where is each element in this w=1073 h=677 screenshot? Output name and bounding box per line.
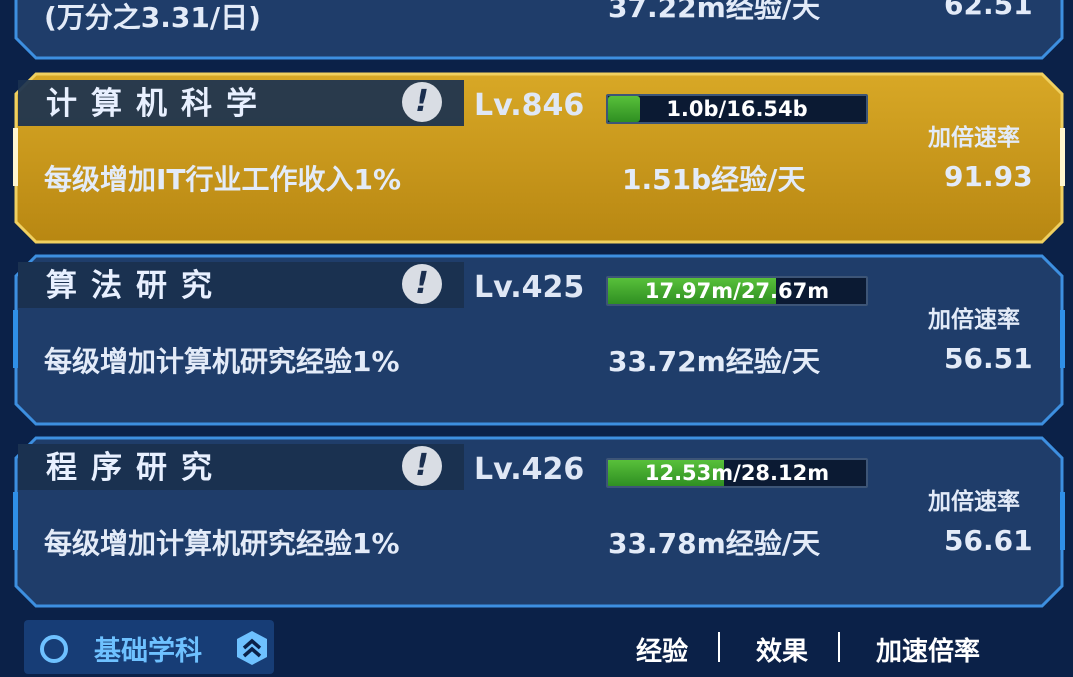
progress-bar: 1.0b/16.54b [606,94,868,124]
tab-effect[interactable]: 效果 [756,631,808,668]
card-edge-right [1060,492,1065,550]
skill-title: 算法研究 [46,268,226,304]
multiplier-value: 56.61 [944,524,1033,557]
skill-title: 计算机科学 [46,86,271,122]
tab-divider [838,632,840,662]
skill-exp-rate: 37.22m经验/天 [608,0,820,24]
tab-speed-multiplier[interactable]: 加速倍率 [876,631,980,668]
multiplier-label: 加倍速率 [928,307,1020,333]
tab-experience[interactable]: 经验 [636,631,688,668]
progress-text: 12.53m/28.12m [644,461,830,485]
skill-level: Lv.425 [474,270,585,305]
bottom-bar: 基础学科 经验 效果 加速倍率 [0,612,1073,677]
skill-exp-rate: 33.72m经验/天 [608,345,820,378]
skill-description: (万分之3.31/日) [44,1,261,34]
info-icon[interactable]: ! [402,82,442,122]
ring-icon [40,635,68,663]
skill-description: 每级增加计算机研究经验1% [44,345,400,378]
card-edge-left [13,128,18,186]
card-edge-right [1060,128,1065,186]
skill-level: Lv.426 [474,452,585,487]
skill-card-program-research[interactable]: 程序研究 ! Lv.426 12.53m/28.12m 加倍速率 每级增加计算机… [13,436,1065,608]
chevron-up-icon[interactable] [234,630,270,666]
card-edge-left [13,310,18,368]
skill-exp-rate: 1.51b经验/天 [622,163,806,196]
card-edge-right [1060,310,1065,368]
skill-exp-rate: 33.78m经验/天 [608,527,820,560]
info-icon[interactable]: ! [402,264,442,304]
skill-description: 每级增加IT行业工作收入1% [44,163,402,196]
skill-card-algorithm-research[interactable]: 算法研究 ! Lv.425 17.97m/27.67m 加倍速率 每级增加计算机… [13,254,1065,426]
skill-card-partial[interactable]: (万分之3.31/日) 37.22m经验/天 62.51 [14,0,1064,60]
multiplier-value: 56.51 [944,342,1033,375]
skill-level: Lv.846 [474,88,585,123]
skill-card-computer-science[interactable]: 计算机科学 ! Lv.846 1.0b/16.54b 加倍速率 每级增加IT行业… [13,72,1065,244]
skill-title: 程序研究 [46,450,226,486]
progress-text: 1.0b/16.54b [666,97,808,121]
tab-divider [718,632,720,662]
progress-bar: 12.53m/28.12m [606,458,868,488]
progress-text: 17.97m/27.67m [644,279,830,303]
info-icon[interactable]: ! [402,446,442,486]
multiplier-value: 91.93 [944,160,1033,193]
multiplier-label: 加倍速率 [928,489,1020,515]
multiplier-value: 62.51 [944,0,1033,21]
progress-bar: 17.97m/27.67m [606,276,868,306]
card-edge-left [13,492,18,550]
skill-description: 每级增加计算机研究经验1% [44,527,400,560]
category-label: 基础学科 [94,636,202,667]
multiplier-label: 加倍速率 [928,125,1020,151]
